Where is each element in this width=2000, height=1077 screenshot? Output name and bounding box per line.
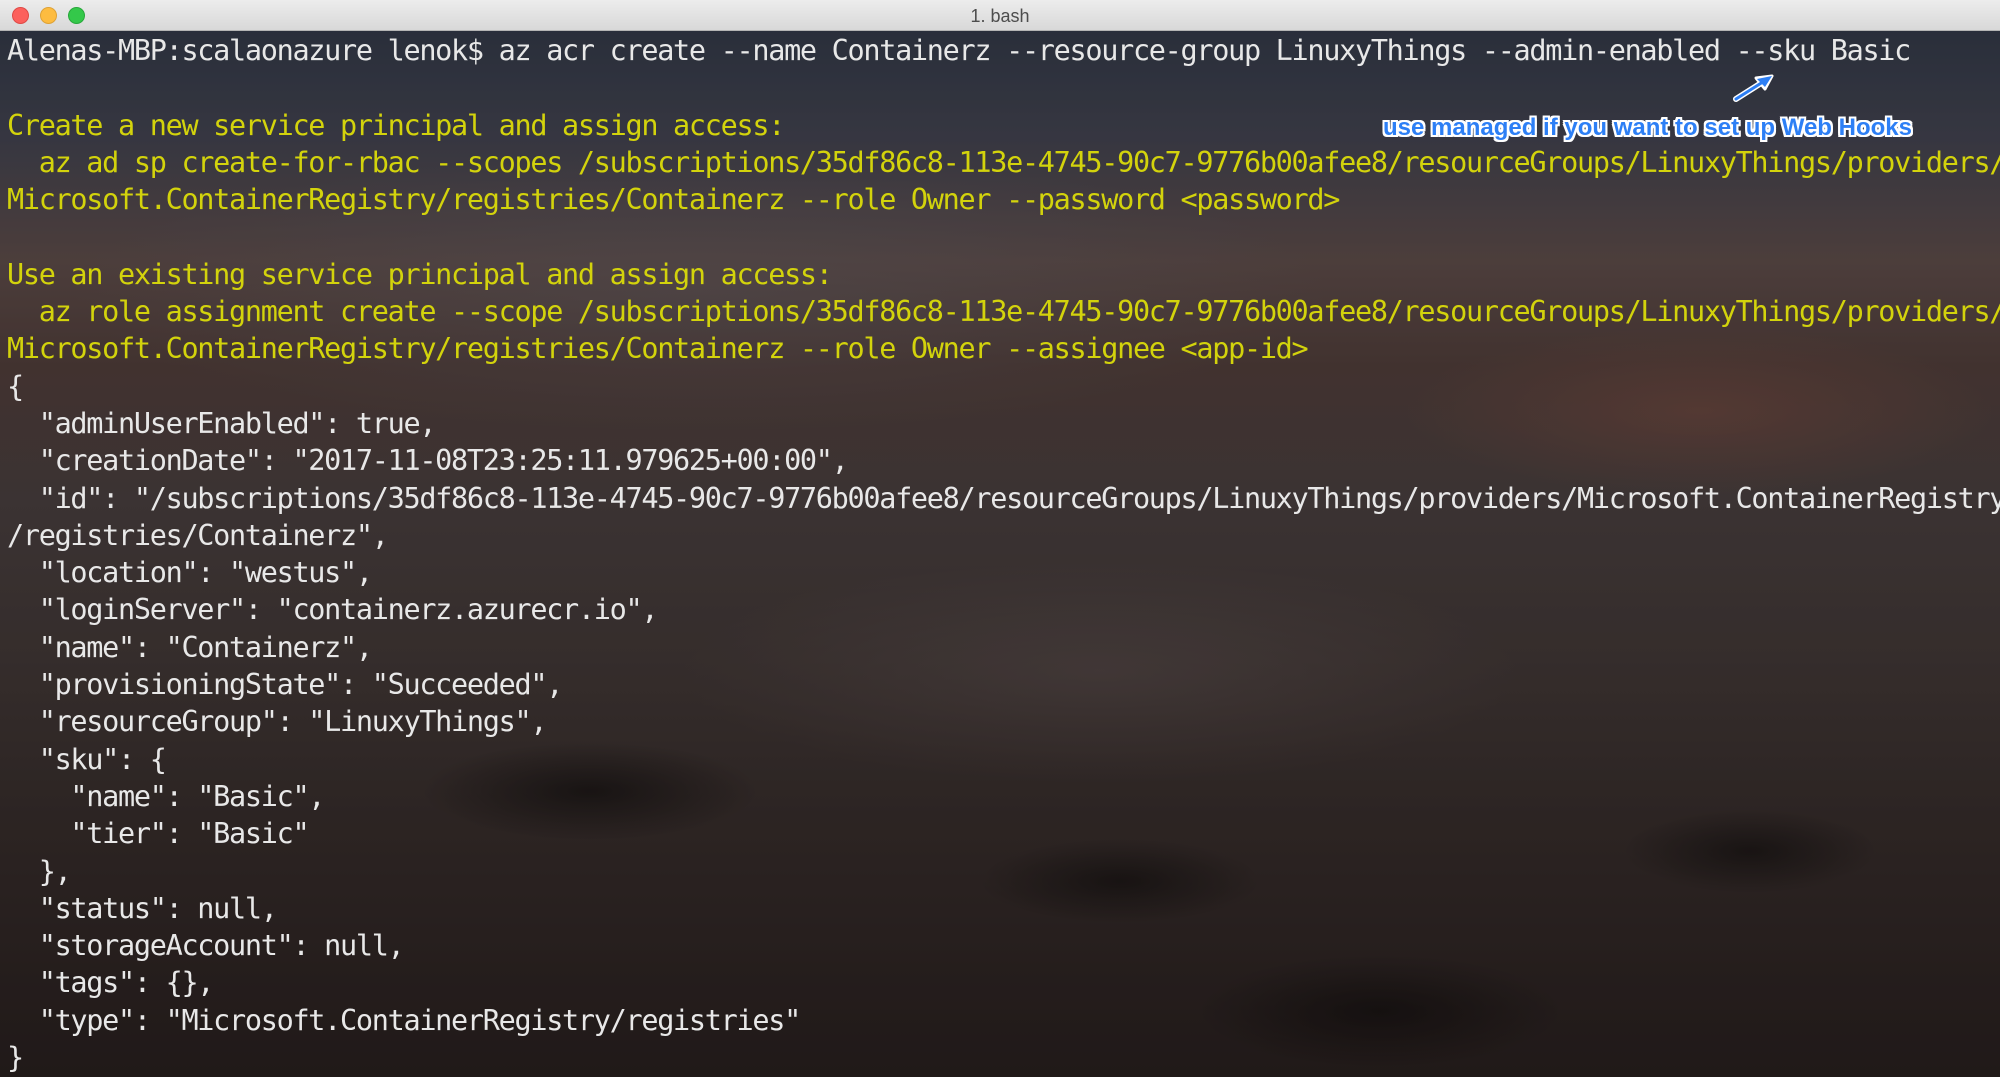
terminal-line-json: "type": "Microsoft.ContainerRegistry/reg…	[7, 1003, 802, 1037]
terminal-window: 1. bash Alenas-MBP:scalaonazure lenok$ a…	[0, 0, 2000, 1077]
annotation-arrow-icon	[1733, 74, 1774, 102]
terminal-line-warning: Use an existing service principal and as…	[7, 257, 833, 291]
terminal-line-json: "tier": "Basic"	[7, 817, 309, 851]
terminal-line-json: "adminUserEnabled": true,	[7, 406, 437, 440]
terminal-line-json: }	[7, 1041, 24, 1075]
terminal-line-json: "creationDate": "2017-11-08T23:25:11.979…	[7, 444, 849, 478]
terminal-line-command: Alenas-MBP:scalaonazure lenok$ az acr cr…	[7, 34, 1911, 67]
terminal-line-json: "sku": {	[7, 742, 167, 776]
terminal-line-json: "tags": {},	[7, 966, 215, 1000]
window-title: 1. bash	[970, 6, 1030, 26]
terminal-line-json: /registries/Containerz",	[7, 518, 389, 552]
title-bar: 1. bash	[0, 0, 2000, 31]
terminal-line-json: "name": "Basic",	[7, 779, 325, 813]
terminal-line-json: "status": null,	[7, 891, 278, 925]
terminal-line-json: "name": "Containerz",	[7, 630, 373, 664]
terminal-line-warning: Microsoft.ContainerRegistry/registries/C…	[7, 183, 1340, 217]
terminal-line-json: {	[7, 369, 24, 403]
terminal-line-json: "location": "westus",	[7, 556, 373, 590]
annotation-callout: use managed if you want to set up Web Ho…	[1383, 114, 1912, 141]
terminal-line-warning: Microsoft.ContainerRegistry/registries/C…	[7, 332, 1309, 366]
terminal-line-warning: az ad sp create-for-rbac --scopes /subsc…	[7, 145, 2000, 179]
terminal-line-json: "provisioningState": "Succeeded",	[7, 668, 564, 702]
terminal-line-json: "loginServer": "containerz.azurecr.io",	[7, 593, 659, 627]
terminal-line-json: },	[7, 854, 72, 888]
terminal-line-json: "id": "/subscriptions/35df86c8-113e-4745…	[7, 481, 2000, 515]
terminal-line-json: "resourceGroup": "LinuxyThings",	[7, 705, 548, 739]
terminal-output[interactable]: Alenas-MBP:scalaonazure lenok$ az acr cr…	[0, 31, 2000, 1077]
terminal-line-json: "storageAccount": null,	[7, 929, 405, 963]
terminal-text: Alenas-MBP:scalaonazure lenok$ az acr cr…	[7, 32, 2000, 1076]
terminal-line-warning: az role assignment create --scope /subsc…	[7, 295, 2000, 329]
